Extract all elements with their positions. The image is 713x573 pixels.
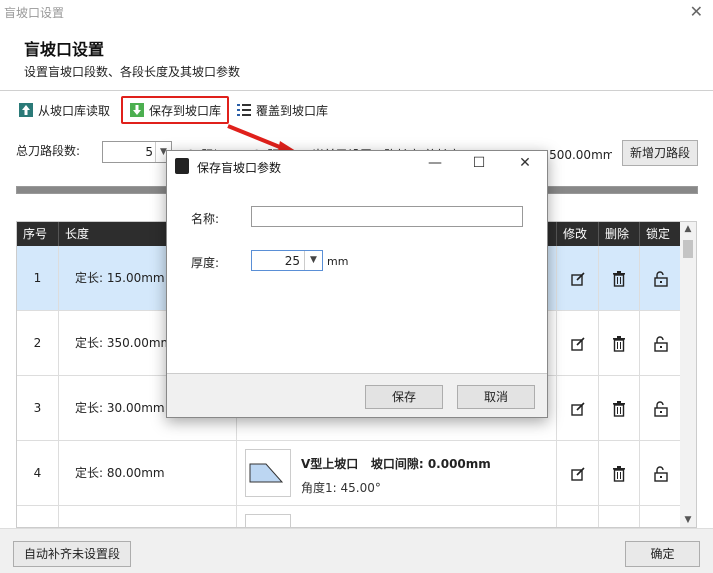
bevel-title: V型上坡口 坡口间隙: 0.000mm xyxy=(301,455,491,472)
row-index: 4 xyxy=(17,441,59,506)
delete-button[interactable] xyxy=(599,376,640,441)
edit-button[interactable] xyxy=(557,311,599,376)
edit-icon xyxy=(570,401,585,416)
download-icon xyxy=(130,103,144,117)
trash-icon xyxy=(613,335,625,352)
lock-button[interactable] xyxy=(640,311,681,376)
trash-icon xyxy=(613,400,625,417)
segment-count-label: 总刀路段数: xyxy=(16,144,81,158)
trash-icon xyxy=(613,465,625,482)
segment-count-value: 5 xyxy=(145,145,153,159)
cancel-button[interactable]: 取消 xyxy=(457,385,535,409)
bottom-bar: 自动补齐未设置段 确定 xyxy=(0,528,713,573)
edit-button[interactable] xyxy=(557,246,599,311)
thickness-unit: mm xyxy=(327,255,349,268)
dialog-title: 保存盲坡口参数 xyxy=(197,161,282,175)
table-row[interactable]: 4 定长: 80.00mm V型上坡口 坡口间隙: 0.000mm 角度1: 4… xyxy=(17,441,681,506)
lock-button[interactable] xyxy=(640,376,681,441)
thickness-label: 厚度: xyxy=(191,256,220,270)
thickness-select[interactable]: 25 ▼ xyxy=(251,250,323,271)
edit-icon xyxy=(570,336,585,351)
list-icon xyxy=(237,104,251,116)
table-row[interactable] xyxy=(17,506,681,527)
col-header-edit: 修改 xyxy=(557,222,599,246)
col-header-index: 序号 xyxy=(17,222,59,246)
delete-button[interactable] xyxy=(599,246,640,311)
lock-button[interactable] xyxy=(640,506,681,527)
name-label: 名称: xyxy=(191,212,220,226)
bevel-thumbnail xyxy=(245,514,291,527)
col-header-lock: 锁定 xyxy=(640,222,681,246)
dialog-footer: 保存 取消 xyxy=(167,373,547,417)
edit-button[interactable] xyxy=(557,441,599,506)
table-scrollbar[interactable]: ▲ ▼ xyxy=(680,222,696,527)
window-title: 盲坡口设置 xyxy=(4,6,65,20)
unlock-icon xyxy=(653,270,668,287)
ok-button[interactable]: 确定 xyxy=(625,541,700,567)
autofill-button[interactable]: 自动补齐未设置段 xyxy=(13,541,131,567)
bevel-type: V型上坡口 xyxy=(301,457,359,471)
delete-button[interactable] xyxy=(599,441,640,506)
overwrite-to-library-button[interactable]: 覆盖到坡口库 xyxy=(236,96,328,124)
name-input[interactable] xyxy=(251,206,523,227)
edit-button[interactable] xyxy=(557,506,599,527)
overwrite-to-library-label: 覆盖到坡口库 xyxy=(256,103,329,118)
bevel-v-top-icon xyxy=(249,463,284,483)
page-subtitle: 设置盲坡口段数、各段长度及其坡口参数 xyxy=(24,65,241,79)
unlock-icon xyxy=(653,335,668,352)
row-bevel: V型上坡口 坡口间隙: 0.000mm 角度1: 45.00° xyxy=(237,441,557,506)
maximize-icon[interactable]: ☐ xyxy=(469,155,489,175)
row-bevel xyxy=(237,506,557,527)
save-button[interactable]: 保存 xyxy=(365,385,443,409)
dialog-titlebar: 保存盲坡口参数 — ☐ ✕ xyxy=(167,151,547,181)
close-icon[interactable]: ✕ xyxy=(515,155,535,175)
save-to-library-label: 保存到坡口库 xyxy=(149,103,222,118)
thickness-value: 25 xyxy=(284,254,300,268)
save-bevel-dialog: 保存盲坡口参数 — ☐ ✕ 名称: 厚度: 25 ▼ mm 保存 取消 xyxy=(166,150,548,418)
bevel-thumbnail xyxy=(245,449,291,497)
lock-button[interactable] xyxy=(640,246,681,311)
trash-icon xyxy=(613,270,625,287)
segment-count-spinner[interactable]: 5 ▼ xyxy=(102,141,172,163)
delete-button[interactable] xyxy=(599,506,640,527)
scroll-thumb[interactable] xyxy=(683,240,693,258)
col-header-delete: 删除 xyxy=(599,222,640,246)
minimize-icon[interactable]: — xyxy=(425,155,445,175)
upload-icon xyxy=(19,103,33,117)
row-length xyxy=(59,506,237,527)
header-divider xyxy=(0,90,713,91)
read-from-library-button[interactable]: 从坡口库读取 xyxy=(18,96,110,124)
save-to-library-button[interactable]: 保存到坡口库 xyxy=(121,96,230,124)
page-title: 盲坡口设置 xyxy=(24,40,105,59)
unlock-icon xyxy=(653,400,668,417)
chevron-down-icon[interactable]: ▼ xyxy=(304,251,322,270)
scroll-up-icon[interactable]: ▲ xyxy=(680,224,696,234)
row-length: 定长: 80.00mm xyxy=(59,441,237,506)
edit-icon xyxy=(570,466,585,481)
window-titlebar: 盲坡口设置 ✕ xyxy=(0,0,713,22)
unlock-icon xyxy=(653,465,668,482)
bevel-gap: 坡口间隙: 0.000mm xyxy=(370,457,491,471)
window-close-icon[interactable]: ✕ xyxy=(690,2,703,21)
edit-icon xyxy=(570,271,585,286)
add-segment-button[interactable]: 新增刀路段 xyxy=(622,140,698,166)
app-icon xyxy=(175,158,189,174)
row-index: 3 xyxy=(17,376,59,441)
lock-button[interactable] xyxy=(640,441,681,506)
read-from-library-label: 从坡口库读取 xyxy=(38,103,111,118)
bevel-angle: 角度1: 45.00° xyxy=(301,481,381,495)
row-index: 2 xyxy=(17,311,59,376)
scroll-down-icon[interactable]: ▼ xyxy=(680,515,696,525)
edit-button[interactable] xyxy=(557,376,599,441)
delete-button[interactable] xyxy=(599,311,640,376)
row-index xyxy=(17,506,59,527)
row-index: 1 xyxy=(17,246,59,311)
